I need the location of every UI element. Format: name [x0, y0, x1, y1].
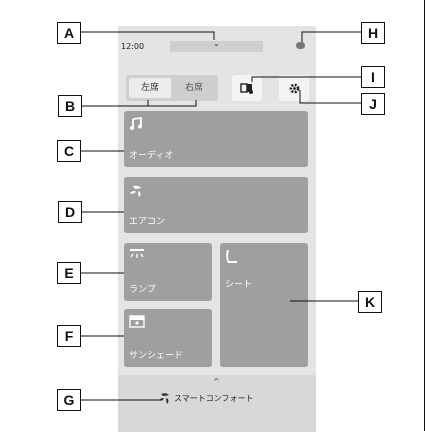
callout-d: D: [58, 201, 82, 223]
callout-f: F: [57, 325, 81, 347]
callout-c: C: [57, 140, 81, 162]
leader-h: [301, 31, 361, 42]
callout-a: A: [57, 22, 81, 44]
leader-j: [299, 90, 361, 104]
callout-j: J: [361, 93, 385, 115]
callout-k: K: [358, 291, 382, 313]
leader-i: [251, 76, 361, 82]
leader-b: [81, 100, 197, 107]
callout-h: H: [361, 22, 385, 44]
callout-g: G: [57, 389, 81, 411]
callout-e: E: [57, 262, 81, 284]
callout-b: B: [58, 95, 82, 117]
callout-i: I: [361, 66, 385, 88]
leader-a: [80, 31, 215, 40]
